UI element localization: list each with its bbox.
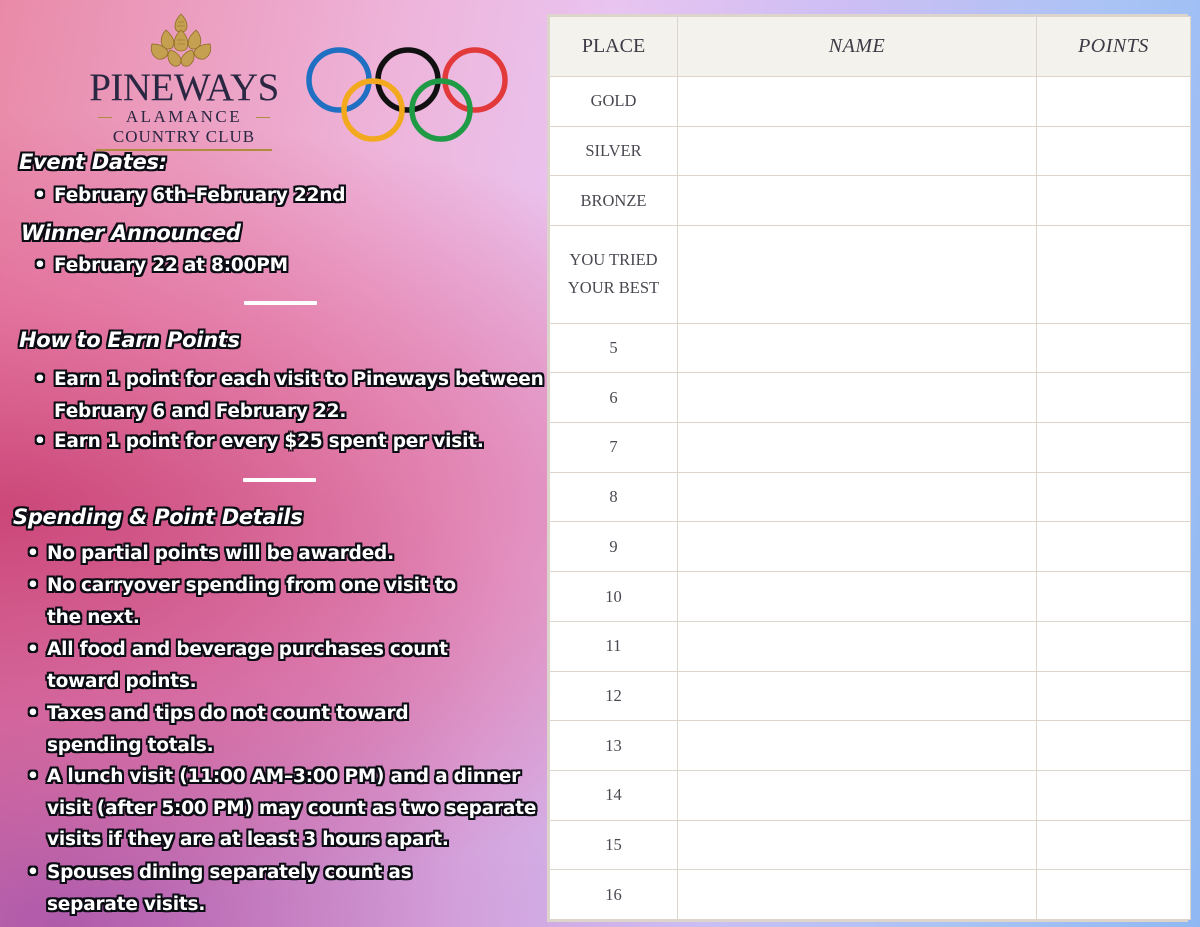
table-row: 8 xyxy=(549,471,1191,523)
name-cell[interactable] xyxy=(677,225,1037,324)
place-cell: GOLD xyxy=(549,76,678,127)
table-row: 12 xyxy=(549,670,1191,722)
bullet-icon: • xyxy=(34,431,46,452)
list-item: • No carryover spending from one visit to… xyxy=(27,570,456,633)
table-row: YOU TRIED YOUR BEST xyxy=(549,225,1191,324)
name-cell[interactable] xyxy=(677,125,1037,177)
name-cell[interactable] xyxy=(677,819,1037,871)
list-item: • A lunch visit (11:00 AM–3:00 PM) and a … xyxy=(27,761,536,856)
name-cell[interactable] xyxy=(677,521,1037,573)
table-row: 13 xyxy=(549,720,1191,771)
points-cell[interactable] xyxy=(1036,422,1191,473)
section-divider xyxy=(243,478,316,482)
bullet-icon: • xyxy=(34,255,46,276)
place-cell: 12 xyxy=(549,670,678,722)
place-cell: 8 xyxy=(549,471,678,523)
bullet-icon: • xyxy=(34,369,46,390)
list-item: • No partial points will be awarded. xyxy=(27,538,394,570)
place-cell: SILVER xyxy=(549,125,678,177)
section-heading-event-dates: Event Dates: xyxy=(19,150,167,174)
points-cell[interactable] xyxy=(1036,175,1191,227)
place-cell: 15 xyxy=(549,819,678,871)
list-item: • Spouses dining separately count as sepa… xyxy=(27,857,412,920)
points-cell[interactable] xyxy=(1036,471,1191,523)
name-cell[interactable] xyxy=(677,471,1037,523)
column-header-points: POINTS xyxy=(1036,16,1191,77)
points-cell[interactable] xyxy=(1036,769,1191,821)
place-cell: 9 xyxy=(549,521,678,573)
name-cell[interactable] xyxy=(677,670,1037,722)
place-cell: YOU TRIED YOUR BEST xyxy=(549,225,678,324)
points-cell[interactable] xyxy=(1036,521,1191,573)
table-row: 5 xyxy=(549,322,1191,374)
section-heading-details: Spending & Point Details xyxy=(13,505,303,529)
list-item: • February 6th–February 22nd xyxy=(34,180,345,212)
bullet-icon: • xyxy=(27,575,39,596)
place-cell: 11 xyxy=(549,620,678,672)
bullet-icon: • xyxy=(27,862,39,883)
name-cell[interactable] xyxy=(677,175,1037,227)
bullet-icon: • xyxy=(27,639,39,660)
section-heading-earn: How to Earn Points xyxy=(19,328,240,352)
place-cell: BRONZE xyxy=(549,175,678,227)
points-cell[interactable] xyxy=(1036,225,1191,324)
list-item: • Earn 1 point for every $25 spent per vi… xyxy=(34,426,484,458)
table-row: 7 xyxy=(549,422,1191,473)
table-row: 16 xyxy=(549,869,1191,920)
section-heading-winner: Winner Announced xyxy=(21,221,241,245)
section-divider xyxy=(244,301,317,305)
name-cell[interactable] xyxy=(677,620,1037,672)
place-cell: 10 xyxy=(549,571,678,622)
points-cell[interactable] xyxy=(1036,670,1191,722)
points-cell[interactable] xyxy=(1036,819,1191,871)
list-item: • Earn 1 point for each visit to Pineways… xyxy=(34,364,544,427)
table-header-row: PLACE NAME POINTS xyxy=(549,16,1191,77)
points-cell[interactable] xyxy=(1036,372,1191,424)
name-cell[interactable] xyxy=(677,769,1037,821)
place-cell: 5 xyxy=(549,322,678,374)
table-row: 6 xyxy=(549,372,1191,424)
points-cell[interactable] xyxy=(1036,620,1191,672)
column-header-place: PLACE xyxy=(549,16,678,77)
place-cell: 7 xyxy=(549,422,678,473)
bullet-icon: • xyxy=(27,703,39,724)
name-cell[interactable] xyxy=(677,372,1037,424)
points-cell[interactable] xyxy=(1036,720,1191,771)
column-header-name: NAME xyxy=(677,16,1037,77)
bullet-icon: • xyxy=(27,543,39,564)
table-row: BRONZE xyxy=(549,175,1191,227)
name-cell[interactable] xyxy=(677,76,1037,127)
points-cell[interactable] xyxy=(1036,322,1191,374)
list-item: • February 22 at 8:00PM xyxy=(34,250,288,282)
name-cell[interactable] xyxy=(677,571,1037,622)
bullet-icon: • xyxy=(34,185,46,206)
rules-panel: Event Dates: • February 6th–February 22nd… xyxy=(0,0,545,927)
name-cell[interactable] xyxy=(677,869,1037,920)
table-row: 10 xyxy=(549,571,1191,622)
points-cell[interactable] xyxy=(1036,125,1191,177)
table-row: 11 xyxy=(549,620,1191,672)
leaderboard-table: PLACE NAME POINTS GOLD SILVER BRONZE YOU… xyxy=(547,14,1191,922)
place-cell: 14 xyxy=(549,769,678,821)
table-row: 15 xyxy=(549,819,1191,871)
list-item: • Taxes and tips do not count toward spen… xyxy=(27,698,409,761)
table-row: GOLD xyxy=(549,76,1191,127)
table-row: 9 xyxy=(549,521,1191,573)
name-cell[interactable] xyxy=(677,422,1037,473)
points-cell[interactable] xyxy=(1036,571,1191,622)
table-row: SILVER xyxy=(549,125,1191,177)
name-cell[interactable] xyxy=(677,322,1037,374)
points-cell[interactable] xyxy=(1036,76,1191,127)
place-cell: 6 xyxy=(549,372,678,424)
points-cell[interactable] xyxy=(1036,869,1191,920)
list-item: • All food and beverage purchases count t… xyxy=(27,634,448,697)
name-cell[interactable] xyxy=(677,720,1037,771)
place-cell: 13 xyxy=(549,720,678,771)
bullet-icon: • xyxy=(27,766,39,787)
place-cell: 16 xyxy=(549,869,678,920)
table-row: 14 xyxy=(549,769,1191,821)
